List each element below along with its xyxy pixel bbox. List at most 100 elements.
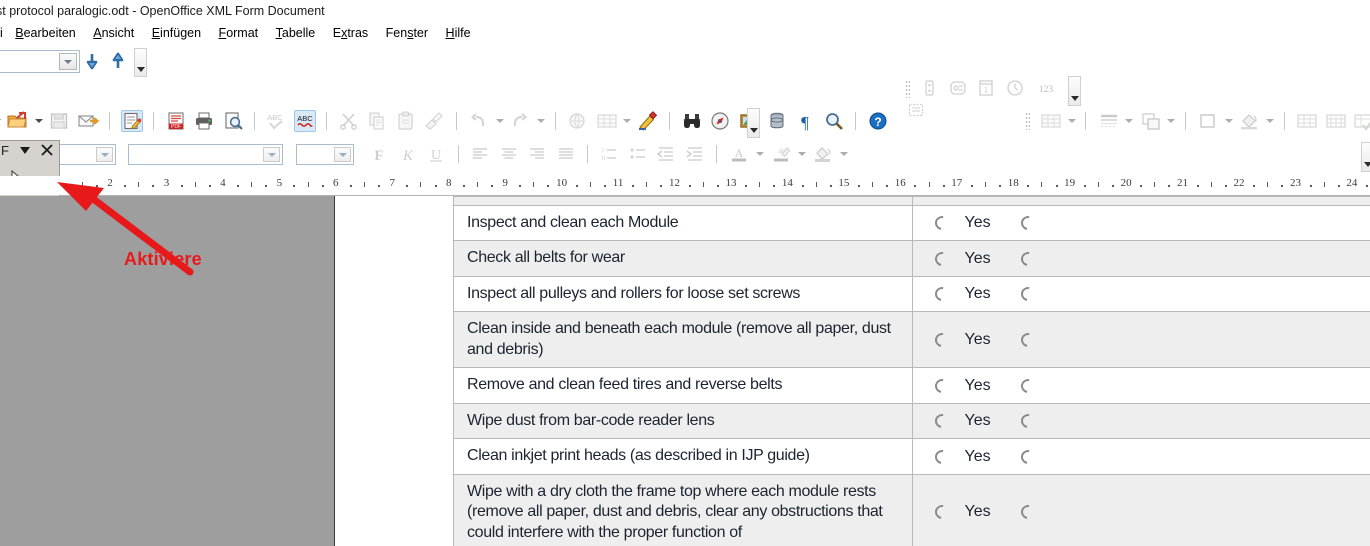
paragraph-style-combobox[interactable] (58, 144, 116, 165)
font-size-combobox[interactable] (296, 144, 354, 165)
radio-button-yes[interactable] (932, 376, 951, 395)
table-row[interactable]: Check all belts for wearYes (454, 241, 1370, 276)
table-cell-task[interactable]: Wipe with a dry cloth the frame top wher… (454, 474, 913, 546)
table-cell-task[interactable]: Inspect and clean each Module (454, 206, 913, 241)
menu-item-fenster[interactable]: Fenster (379, 24, 435, 42)
radio-button-no[interactable] (1018, 284, 1037, 303)
table-row[interactable]: Inspect and clean each ModuleYes (454, 206, 1370, 241)
table-cell-task[interactable]: Clean inkjet print heads (as described i… (454, 439, 913, 474)
menu-item-hilfe[interactable]: Hilfe (439, 24, 478, 42)
table-row[interactable]: Inspect all pulleys and rollers for loos… (454, 276, 1370, 311)
chevron-down-icon[interactable] (263, 147, 280, 162)
table-row[interactable] (454, 197, 1370, 206)
edit-pencil-icon[interactable] (121, 110, 143, 132)
table-row[interactable]: Wipe dust from bar-code reader lensYes (454, 403, 1370, 438)
help-question-icon[interactable]: ? (867, 110, 889, 132)
radio-button-yes[interactable] (932, 330, 951, 349)
split-cells-icon (1324, 110, 1346, 132)
radio-button-no[interactable] (1018, 411, 1037, 430)
ruler-left-pad (0, 176, 60, 195)
menu-item-ansicht[interactable]: Ansicht (86, 24, 141, 42)
table-cell-task[interactable]: Wipe dust from bar-code reader lens (454, 403, 913, 438)
magnifier-page-icon[interactable] (222, 110, 244, 132)
binoculars-icon[interactable] (681, 110, 703, 132)
date-field-icon[interactable]: 1 (976, 78, 998, 100)
table-row[interactable]: Clean inside and beneath each module (re… (454, 312, 1370, 368)
clock-icon[interactable] (1005, 78, 1027, 100)
menu-item-format[interactable]: Format (212, 24, 266, 42)
ruler-tick (816, 182, 817, 187)
radio-button-yes[interactable] (932, 447, 951, 466)
document-page[interactable]: Inspect and clean each ModuleYesCheck al… (334, 196, 1370, 546)
printer-icon[interactable] (193, 110, 215, 132)
radio-button-no[interactable] (1018, 503, 1037, 522)
toolbar-overflow-icon[interactable] (747, 108, 760, 138)
chevron-down-icon[interactable] (17, 142, 33, 161)
table-row[interactable]: Clean inkjet print heads (as described i… (454, 439, 1370, 474)
table-row[interactable]: Wipe with a dry cloth the frame top wher… (454, 474, 1370, 546)
menu-item-datei[interactable]: i (0, 24, 5, 42)
numeric-123-icon[interactable]: 123 (1033, 78, 1055, 100)
ruler-tick (350, 185, 352, 187)
toolbar-grip[interactable] (1025, 112, 1030, 130)
chevron-down-icon (536, 110, 545, 132)
database-cylinder-icon[interactable] (766, 110, 788, 132)
chevron-down-icon[interactable] (34, 110, 43, 132)
chevron-down-icon[interactable] (0, 110, 1, 132)
radio-button-yes[interactable] (932, 411, 951, 430)
radio-button-no[interactable] (1018, 213, 1037, 232)
toolbar-overflow-icon[interactable] (1068, 76, 1081, 106)
table-cell-answer[interactable]: Yes (912, 206, 1370, 241)
abc-underline-icon[interactable]: ABC (294, 110, 316, 132)
table-cell-answer[interactable]: Yes (912, 368, 1370, 403)
menu-item-einfuegen[interactable]: Einfügen (145, 24, 208, 42)
table-cell-task[interactable]: Check all belts for wear (454, 241, 913, 276)
spin-button-icon[interactable] (919, 78, 941, 100)
chevron-down-icon[interactable] (59, 53, 77, 70)
load-url-combobox[interactable]: den (0, 50, 80, 73)
radio-button-no[interactable] (1018, 376, 1037, 395)
envelope-icon[interactable] (77, 110, 99, 132)
table-row[interactable]: Remove and clean feed tires and reverse … (454, 368, 1370, 403)
table-cell-answer[interactable]: Yes (912, 439, 1370, 474)
table-cell-answer[interactable]: Yes (912, 312, 1370, 368)
menu-bar[interactable]: i Bearbeiten Ansicht Einfügen Format Tab… (0, 24, 1370, 42)
table-cell-answer[interactable]: Yes (912, 474, 1370, 546)
table-cell-answer[interactable]: Yes (912, 403, 1370, 438)
table-cell-answer[interactable] (912, 197, 1370, 206)
radio-button-yes[interactable] (932, 213, 951, 232)
radio-button-no[interactable] (1018, 249, 1037, 268)
menu-item-tabelle[interactable]: Tabelle (269, 24, 323, 42)
horizontal-ruler[interactable]: 23456789101112131415161718192021222324 (60, 176, 1370, 196)
toolbar-grip[interactable] (905, 80, 910, 98)
pencil-line-icon[interactable] (637, 110, 659, 132)
radio-button-yes[interactable] (932, 284, 951, 303)
table-cell-answer[interactable]: Yes (912, 276, 1370, 311)
table-cell-task[interactable]: Remove and clean feed tires and reverse … (454, 368, 913, 403)
pilcrow-icon[interactable]: ¶ (794, 110, 816, 132)
chevron-down-icon[interactable] (96, 147, 113, 162)
chevron-down-icon[interactable] (334, 147, 351, 162)
table-cell-answer[interactable]: Yes (912, 241, 1370, 276)
table-control-icon[interactable] (906, 100, 928, 122)
compass-icon[interactable] (709, 110, 731, 132)
toolbar-overflow-icon[interactable] (134, 48, 147, 77)
radio-button-no[interactable] (1018, 447, 1037, 466)
radio-button-yes[interactable] (932, 503, 951, 522)
group-box-icon[interactable] (948, 78, 970, 100)
magnifier-icon[interactable] (823, 110, 845, 132)
table-cell-task[interactable]: Clean inside and beneath each module (re… (454, 312, 913, 368)
radio-button-no[interactable] (1018, 330, 1037, 349)
font-name-combobox[interactable] (128, 144, 283, 165)
menu-item-bearbeiten[interactable]: Bearbeiten (8, 24, 82, 42)
menu-item-extras[interactable]: Extras (326, 24, 375, 42)
navigate-up-arrow-icon[interactable] (108, 51, 128, 73)
pdf-icon[interactable]: PDF (165, 110, 187, 132)
table-cell-task[interactable] (454, 197, 913, 206)
close-x-icon[interactable] (39, 142, 55, 161)
toolbar-overflow-icon[interactable] (1361, 142, 1370, 172)
open-folder-icon[interactable] (6, 110, 28, 132)
radio-button-yes[interactable] (932, 249, 951, 268)
table-cell-task[interactable]: Inspect all pulleys and rollers for loos… (454, 276, 913, 311)
navigate-down-arrow-icon[interactable] (82, 51, 102, 73)
